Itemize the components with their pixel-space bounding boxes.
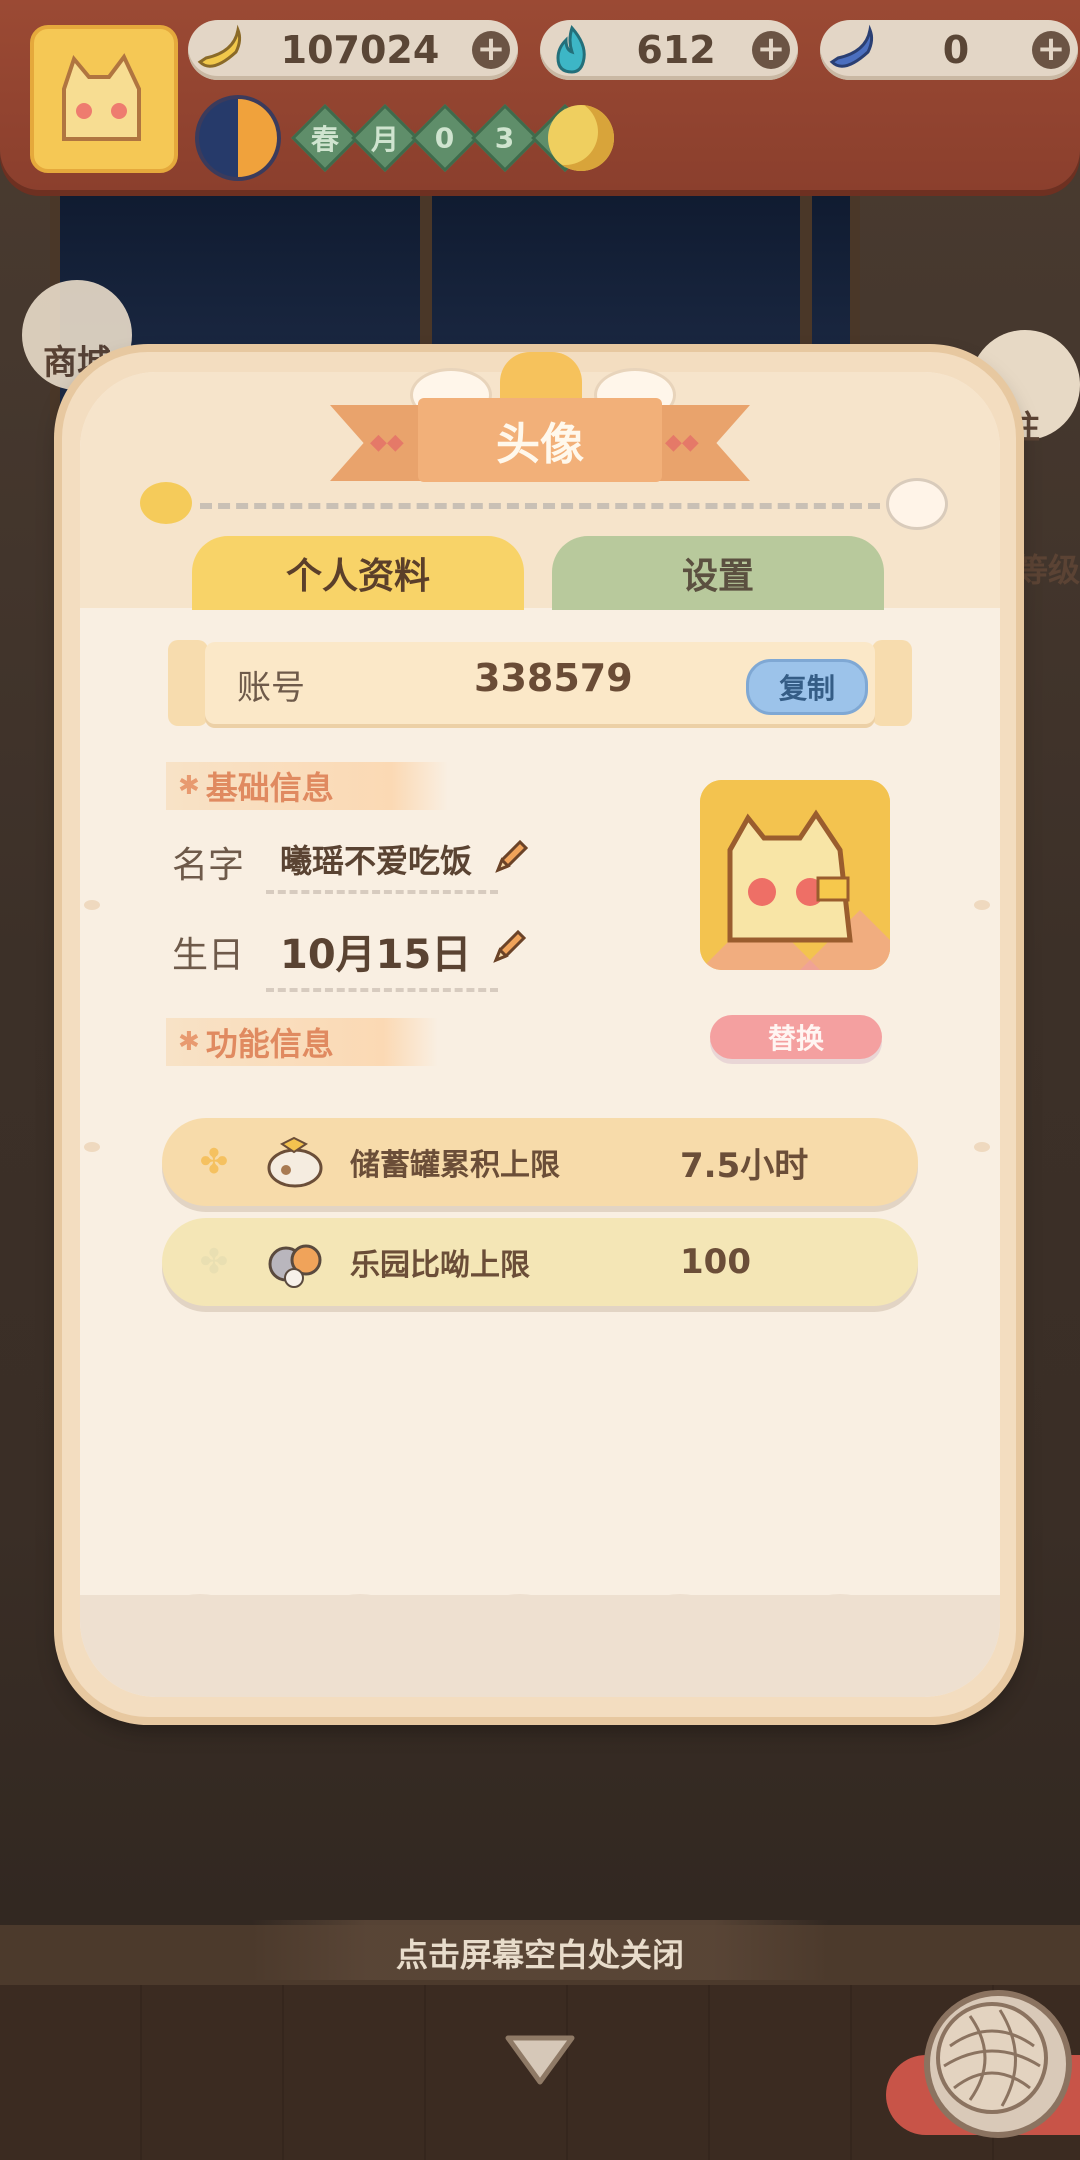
function-name: 储蓄罐累积上限 [350, 1148, 560, 1183]
panel-notch [974, 900, 990, 910]
panel-notch [974, 1142, 990, 1152]
sleep-moon-button[interactable] [548, 105, 614, 171]
add-banana-button[interactable]: + [472, 31, 510, 69]
panel-notch [84, 1142, 100, 1152]
collapse-arrow-button[interactable] [502, 2030, 578, 2090]
date-char: 月 [351, 104, 419, 172]
ribbon-diamond-icon: ◆◆ [370, 430, 404, 455]
white-cat-icon [886, 478, 948, 530]
account-label: 账号 [237, 668, 305, 708]
copy-button[interactable]: 复制 [746, 659, 868, 715]
cat-avatar-icon [700, 780, 890, 970]
piggy-bank-cat-icon [262, 1129, 328, 1195]
level-side-label: 等级 [1015, 551, 1080, 589]
title-banner: 头像 [418, 398, 662, 482]
name-label: 名字 [172, 845, 245, 886]
flame-value: 612 [636, 28, 716, 72]
cat-group-icon [262, 1229, 328, 1295]
scroll-cap-left [168, 640, 208, 726]
clover-icon: ✱ [178, 771, 200, 801]
blue-banana-icon [824, 22, 880, 78]
pencil-icon [495, 839, 529, 873]
clover-icon: ✱ [178, 1027, 200, 1057]
scroll-cap-right [872, 640, 912, 726]
edit-name-button[interactable] [490, 834, 534, 882]
yarn-ball-button[interactable] [924, 1990, 1072, 2138]
yellow-chick-icon [140, 482, 192, 524]
day-night-icon [195, 95, 281, 181]
ribbon-diamond-icon: ◆◆ [665, 430, 699, 455]
clover-icon: ✤ [199, 1242, 229, 1282]
function-value: 100 [680, 1242, 751, 1282]
basic-info-title: 基础信息 [205, 769, 334, 807]
profile-avatar[interactable] [700, 780, 890, 970]
date-char: 春 [291, 104, 359, 172]
dashed-divider [200, 503, 880, 509]
add-flame-button[interactable]: + [752, 31, 790, 69]
close-hint[interactable]: 点击屏幕空白处关闭 [0, 1920, 1080, 1986]
down-arrow-icon [505, 2035, 575, 2085]
pencil-icon [493, 929, 527, 963]
name-value: 曦瑶不爱吃饭 [266, 836, 498, 894]
tab-profile[interactable]: 个人资料 [192, 536, 524, 610]
date-display: 春 月 0 3 日 [195, 95, 599, 181]
banana-counter: 107024 + [188, 20, 518, 80]
edit-birthday-button[interactable] [488, 924, 532, 972]
date-char: 3 [471, 104, 539, 172]
cat-avatar-icon [62, 53, 141, 141]
flame-counter: 612 + [540, 20, 798, 80]
panel-notch [84, 900, 100, 910]
function-value: 7.5小时 [680, 1145, 809, 1186]
clover-icon: ✤ [199, 1142, 229, 1182]
function-name: 乐园比呦上限 [350, 1248, 530, 1283]
blue-banana-counter: 0 + [820, 20, 1078, 80]
tab-settings[interactable]: 设置 [552, 536, 884, 610]
banana-value: 107024 [280, 28, 440, 72]
panel-title: 头像 [496, 419, 584, 470]
player-avatar[interactable] [30, 25, 178, 173]
account-value: 338579 [474, 656, 633, 700]
function-row: ✤ 乐园比呦上限 100 [162, 1218, 918, 1306]
yarn-ball-icon [936, 2002, 1048, 2114]
birthday-label: 生日 [172, 935, 245, 976]
banana-icon [192, 22, 248, 78]
add-blue-banana-button[interactable]: + [1032, 31, 1070, 69]
birthday-value: 10月15日 [266, 922, 498, 992]
function-info-section: ✱ 功能信息 [166, 1018, 438, 1066]
blue-banana-value: 0 [942, 28, 970, 72]
blue-flame-icon [544, 22, 600, 78]
basic-info-section: ✱ 基础信息 [166, 762, 448, 810]
function-info-title: 功能信息 [205, 1025, 334, 1063]
date-char: 0 [411, 104, 479, 172]
function-row: ✤ 储蓄罐累积上限 7.5小时 [162, 1118, 918, 1206]
replace-avatar-button[interactable]: 替换 [710, 1015, 882, 1059]
